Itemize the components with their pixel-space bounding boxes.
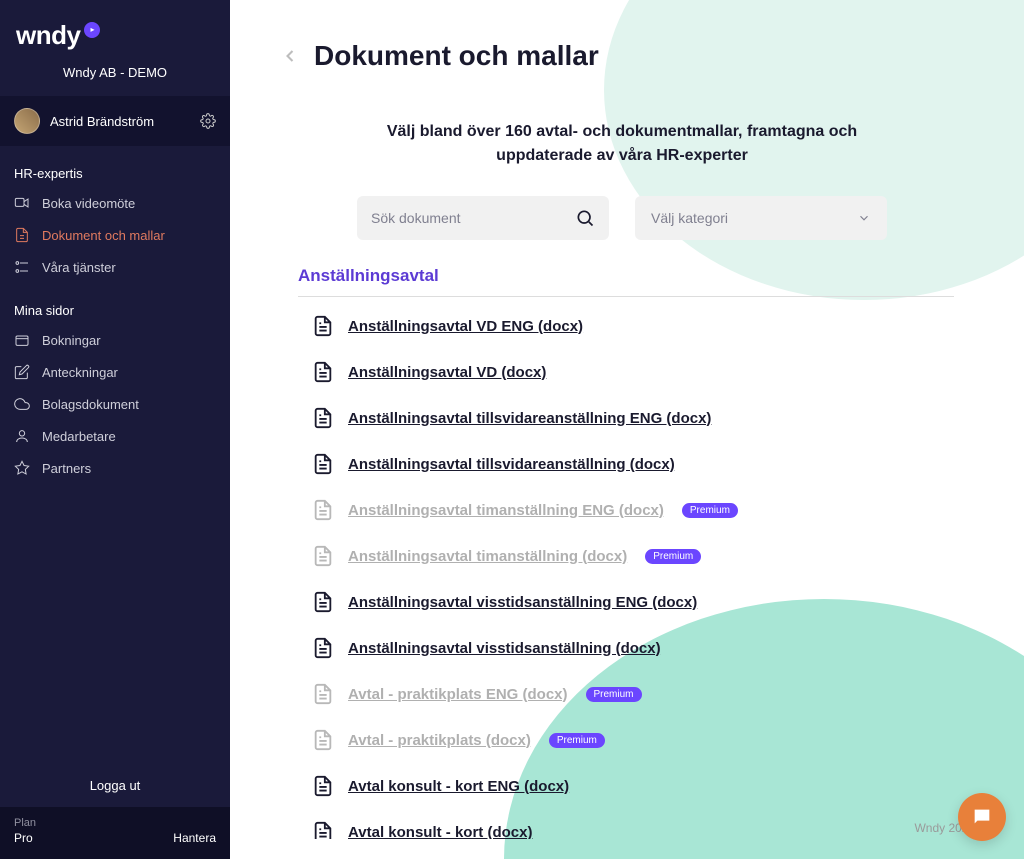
manage-plan-button[interactable]: Hantera [173, 831, 216, 845]
file-icon [312, 453, 334, 475]
category-select-label: Välj kategori [651, 210, 728, 226]
document-list[interactable]: Anställningsavtal Anställningsavtal VD E… [280, 266, 964, 839]
sidebar-item-label: Våra tjänster [42, 260, 116, 275]
sidebar-item-label: Boka videomöte [42, 196, 135, 211]
sidebar-item-bokningar[interactable]: Bokningar [0, 324, 230, 356]
main: Dokument och mallar Välj bland över 160 … [230, 0, 1024, 859]
search-icon[interactable] [575, 208, 595, 228]
document-name: Anställningsavtal tillsvidareanställning… [348, 456, 675, 473]
document-name: Anställningsavtal timanställning ENG (do… [348, 502, 664, 519]
person-icon [14, 428, 30, 444]
sidebar-item-label: Medarbetare [42, 429, 116, 444]
document-row[interactable]: Avtal konsult - kort (docx) [298, 821, 954, 839]
document-row[interactable]: Anställningsavtal VD (docx) [298, 361, 954, 383]
document-name: Anställningsavtal VD ENG (docx) [348, 318, 583, 335]
premium-badge: Premium [549, 733, 605, 748]
sidebar-item-dokument-och-mallar[interactable]: Dokument och mallar [0, 219, 230, 251]
logo-text: wndy [16, 20, 80, 51]
sidebar-item-label: Dokument och mallar [42, 228, 165, 243]
document-name: Anställningsavtal visstidsanställning (d… [348, 640, 661, 657]
document-row[interactable]: Anställningsavtal visstidsanställning EN… [298, 591, 954, 613]
document-name: Anställningsavtal tillsvidareanställning… [348, 410, 711, 427]
document-name: Avtal konsult - kort (docx) [348, 824, 532, 840]
category-heading: Anställningsavtal [298, 266, 954, 297]
sidebar-item-anteckningar[interactable]: Anteckningar [0, 356, 230, 388]
document-row[interactable]: Anställningsavtal tillsvidareanställning… [298, 407, 954, 429]
document-row[interactable]: Avtal - praktikplats ENG (docx) Premium [298, 683, 954, 705]
page-subtitle: Välj bland över 160 avtal- och dokumentm… [357, 120, 887, 168]
back-icon[interactable] [280, 46, 300, 66]
plan-label: Plan [14, 817, 36, 829]
nav-section-hr: HR-expertis [0, 146, 230, 187]
document-row[interactable]: Avtal - praktikplats (docx) Premium [298, 729, 954, 751]
logout-button[interactable]: Logga ut [0, 764, 230, 807]
sidebar-item-bolagsdokument[interactable]: Bolagsdokument [0, 388, 230, 420]
file-icon [312, 591, 334, 613]
file-icon [312, 407, 334, 429]
plan-value: Pro [14, 831, 36, 845]
premium-badge: Premium [586, 687, 642, 702]
sidebar: wndy Wndy AB - DEMO Astrid Brändström HR… [0, 0, 230, 859]
document-row[interactable]: Anställningsavtal timanställning (docx) P… [298, 545, 954, 567]
premium-badge: Premium [645, 549, 701, 564]
organization-name: Wndy AB - DEMO [0, 61, 230, 96]
user-name: Astrid Brändström [50, 114, 190, 129]
document-name: Avtal - praktikplats (docx) [348, 732, 531, 749]
cloud-icon [14, 396, 30, 412]
page-title: Dokument och mallar [314, 40, 599, 72]
document-name: Anställningsavtal timanställning (docx) [348, 548, 627, 565]
logo[interactable]: wndy [0, 0, 230, 61]
category-select[interactable]: Välj kategori [635, 196, 887, 240]
user-row[interactable]: Astrid Brändström [0, 96, 230, 146]
file-icon [312, 821, 334, 839]
file-icon [312, 683, 334, 705]
sidebar-item-partners[interactable]: Partners [0, 452, 230, 484]
file-icon [312, 637, 334, 659]
document-row[interactable]: Anställningsavtal tillsvidareanställning… [298, 453, 954, 475]
document-row[interactable]: Anställningsavtal VD ENG (docx) [298, 315, 954, 337]
premium-badge: Premium [682, 503, 738, 518]
file-icon [312, 775, 334, 797]
search-input[interactable] [371, 210, 575, 226]
document-name: Anställningsavtal visstidsanställning EN… [348, 594, 697, 611]
file-icon [312, 361, 334, 383]
chat-icon [971, 806, 993, 828]
services-icon [14, 259, 30, 275]
nav-section-mysidor: Mina sidor [0, 283, 230, 324]
document-row[interactable]: Anställningsavtal visstidsanställning (d… [298, 637, 954, 659]
document-row[interactable]: Avtal konsult - kort ENG (docx) [298, 775, 954, 797]
sidebar-item-label: Bolagsdokument [42, 397, 139, 412]
file-icon [312, 545, 334, 567]
doc-icon [14, 227, 30, 243]
logo-icon [84, 22, 100, 38]
document-name: Avtal - praktikplats ENG (docx) [348, 686, 568, 703]
file-icon [312, 499, 334, 521]
document-name: Anställningsavtal VD (docx) [348, 364, 546, 381]
sidebar-item-label: Anteckningar [42, 365, 118, 380]
box-icon [14, 332, 30, 348]
sidebar-item-boka-videomöte[interactable]: Boka videomöte [0, 187, 230, 219]
file-icon [312, 315, 334, 337]
sidebar-item-label: Bokningar [42, 333, 101, 348]
plan-box: Plan Pro Hantera [0, 807, 230, 859]
note-icon [14, 364, 30, 380]
avatar [14, 108, 40, 134]
video-icon [14, 195, 30, 211]
chevron-down-icon [857, 211, 871, 225]
document-name: Avtal konsult - kort ENG (docx) [348, 778, 569, 795]
star-icon [14, 460, 30, 476]
document-row[interactable]: Anställningsavtal timanställning ENG (do… [298, 499, 954, 521]
chat-button[interactable] [958, 793, 1006, 841]
search-input-wrap[interactable] [357, 196, 609, 240]
gear-icon[interactable] [200, 113, 216, 129]
file-icon [312, 729, 334, 751]
sidebar-item-medarbetare[interactable]: Medarbetare [0, 420, 230, 452]
sidebar-item-våra-tjänster[interactable]: Våra tjänster [0, 251, 230, 283]
sidebar-item-label: Partners [42, 461, 91, 476]
